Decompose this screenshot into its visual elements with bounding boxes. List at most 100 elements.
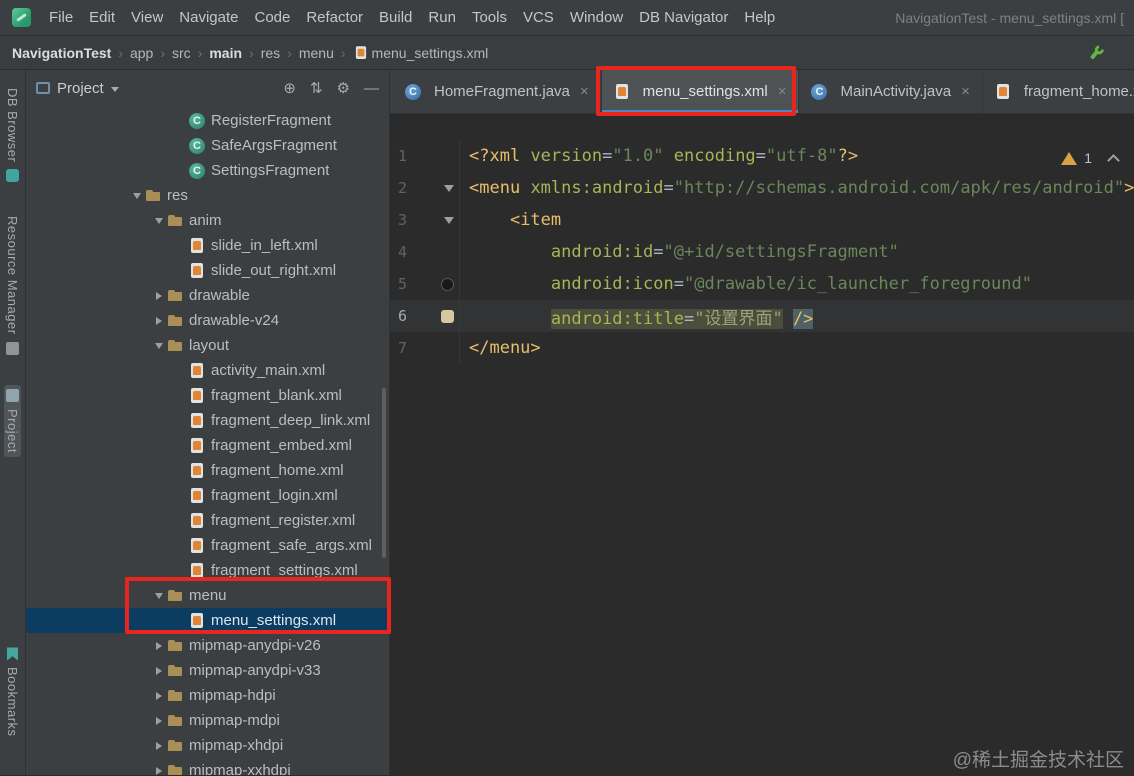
tree-scrollbar[interactable]	[382, 388, 386, 558]
code-line-3[interactable]: 3 <item	[390, 204, 1134, 236]
project-panel: Project ⊕ ⇅ ⚙ — C RegisterFragment C SafeArgsF…	[26, 70, 390, 775]
locate-icon[interactable]: ⊕	[283, 79, 296, 97]
tree-item-fragment-login-xml[interactable]: fragment_login.xml	[26, 483, 389, 508]
collapse-all-icon[interactable]: ⇅	[310, 79, 323, 97]
android-xml-file-icon	[189, 562, 205, 579]
tree-item-label: fragment_register.xml	[211, 512, 356, 529]
tree-item-anim[interactable]: anim	[26, 208, 389, 233]
tree-item-res[interactable]: res	[26, 183, 389, 208]
menubar-item-db-navigator[interactable]: DB Navigator	[631, 9, 736, 26]
fold-arrow-icon[interactable]	[444, 184, 454, 192]
tree-item-fragment-deep-link-xml[interactable]: fragment_deep_link.xml	[26, 408, 389, 433]
chevron-collapsed-icon[interactable]	[150, 691, 167, 700]
editor-tab-mainactivity-java[interactable]: C MainActivity.java ×	[799, 70, 983, 113]
fold-arrow-icon[interactable]	[444, 216, 454, 224]
tree-item-mipmap-xxhdpi[interactable]: mipmap-xxhdpi	[26, 758, 389, 775]
tree-item-fragment-register-xml[interactable]: fragment_register.xml	[26, 508, 389, 533]
tree-item-mipmap-xhdpi[interactable]: mipmap-xhdpi	[26, 733, 389, 758]
tree-item-slide-in-left-xml[interactable]: slide_in_left.xml	[26, 233, 389, 258]
menubar-item-vcs[interactable]: VCS	[515, 9, 562, 26]
tree-item-safeargsfragment[interactable]: C SafeArgsFragment	[26, 133, 389, 158]
breadcrumb-item-res[interactable]: res	[261, 45, 280, 61]
code-line-5[interactable]: 5 android:icon="@drawable/ic_launcher_fo…	[390, 268, 1134, 300]
breadcrumb-item-main[interactable]: main	[209, 45, 242, 61]
chevron-expanded-icon[interactable]	[150, 217, 167, 224]
tree-item-label: menu_settings.xml	[211, 612, 337, 629]
chevron-collapsed-icon[interactable]	[150, 716, 167, 725]
tree-item-registerfragment[interactable]: C RegisterFragment	[26, 108, 389, 133]
tree-item-menu-settings-xml[interactable]: menu_settings.xml	[26, 608, 389, 633]
chevron-collapsed-icon[interactable]	[150, 291, 167, 300]
tree-item-fragment-embed-xml[interactable]: fragment_embed.xml	[26, 433, 389, 458]
tool-button-project[interactable]: Project	[4, 384, 21, 457]
gutter	[416, 236, 460, 268]
editor-tab-menu-settings-xml[interactable]: menu_settings.xml ×	[601, 70, 800, 113]
tree-item-fragment-settings-xml[interactable]: fragment_settings.xml	[26, 558, 389, 583]
tree-item-mipmap-mdpi[interactable]: mipmap-mdpi	[26, 708, 389, 733]
android-xml-file-icon	[189, 462, 205, 479]
menubar-item-window[interactable]: Window	[562, 9, 631, 26]
chevron-up-icon[interactable]	[1107, 153, 1120, 167]
tree-item-menu[interactable]: menu	[26, 583, 389, 608]
tool-button-db-browser[interactable]: DB Browser	[4, 84, 21, 186]
breadcrumb-item-menu[interactable]: menu	[299, 45, 334, 61]
chevron-collapsed-icon[interactable]	[150, 741, 167, 750]
tree-item-mipmap-hdpi[interactable]: mipmap-hdpi	[26, 683, 389, 708]
tree-item-layout[interactable]: layout	[26, 333, 389, 358]
code-line-7[interactable]: 7 </menu>	[390, 332, 1134, 364]
chevron-expanded-icon[interactable]	[150, 342, 167, 349]
chevron-down-icon[interactable]	[110, 86, 119, 92]
resource-preview-icon[interactable]	[441, 309, 454, 323]
tree-item-fragment-blank-xml[interactable]: fragment_blank.xml	[26, 383, 389, 408]
code-line-2[interactable]: 2 <menu xmlns:android="http://schemas.and…	[390, 172, 1134, 204]
chevron-collapsed-icon[interactable]	[150, 766, 167, 775]
inspection-widget[interactable]: 1	[1061, 150, 1120, 167]
tab-close-icon[interactable]: ×	[580, 83, 589, 100]
tree-item-mipmap-anydpi-v33[interactable]: mipmap-anydpi-v33	[26, 658, 389, 683]
menubar-item-tools[interactable]: Tools	[464, 9, 515, 26]
editor-tab-homefragment-java[interactable]: C HomeFragment.java ×	[393, 70, 602, 113]
project-panel-title[interactable]: Project	[57, 80, 104, 97]
tool-button-bookmarks[interactable]: Bookmarks	[4, 643, 21, 741]
tree-item-mipmap-anydpi-v26[interactable]: mipmap-anydpi-v26	[26, 633, 389, 658]
chevron-collapsed-icon[interactable]	[150, 641, 167, 650]
tree-item-label: anim	[189, 212, 222, 229]
breadcrumb-item-menu-settings-xml[interactable]: menu_settings.xml	[353, 45, 488, 61]
code-line-4[interactable]: 4 android:id="@+id/settingsFragment"	[390, 236, 1134, 268]
tab-close-icon[interactable]: ×	[778, 83, 787, 100]
chevron-collapsed-icon[interactable]	[150, 666, 167, 675]
code-line-6[interactable]: 6 android:title="设置界面" />	[390, 300, 1134, 332]
menubar-item-view[interactable]: View	[123, 9, 171, 26]
tree-item-slide-out-right-xml[interactable]: slide_out_right.xml	[26, 258, 389, 283]
menubar-item-build[interactable]: Build	[371, 9, 420, 26]
breadcrumb-item-src[interactable]: src	[172, 45, 191, 61]
tree-item-settingsfragment[interactable]: C SettingsFragment	[26, 158, 389, 183]
menubar-item-help[interactable]: Help	[736, 9, 783, 26]
settings-gear-icon[interactable]: ⚙	[337, 79, 350, 97]
tree-item-label: mipmap-anydpi-v26	[189, 637, 321, 654]
folder-icon	[167, 738, 183, 754]
menubar-item-refactor[interactable]: Refactor	[298, 9, 371, 26]
tree-item-fragment-safe-args-xml[interactable]: fragment_safe_args.xml	[26, 533, 389, 558]
chevron-expanded-icon[interactable]	[128, 192, 145, 199]
menubar-item-navigate[interactable]: Navigate	[171, 9, 246, 26]
menubar-item-file[interactable]: File	[41, 9, 81, 26]
menubar-item-code[interactable]: Code	[246, 9, 298, 26]
code-line-1[interactable]: 1 <?xml version="1.0" encoding="utf-8"?>	[390, 140, 1134, 172]
tree-item-drawable-v24[interactable]: drawable-v24	[26, 308, 389, 333]
tool-button-resource-manager[interactable]: Resource Manager	[4, 212, 21, 359]
drawable-preview-icon[interactable]	[441, 277, 454, 291]
tree-item-fragment-home-xml[interactable]: fragment_home.xml	[26, 458, 389, 483]
build-wrench-icon[interactable]	[1084, 40, 1108, 64]
breadcrumb-item-navigationtest[interactable]: NavigationTest	[12, 45, 111, 61]
chevron-expanded-icon[interactable]	[150, 592, 167, 599]
breadcrumb-item-app[interactable]: app	[130, 45, 153, 61]
menubar-item-edit[interactable]: Edit	[81, 9, 123, 26]
chevron-collapsed-icon[interactable]	[150, 316, 167, 325]
editor-tab-fragment-home-xml[interactable]: fragment_home.xml	[983, 70, 1134, 113]
tree-item-drawable[interactable]: drawable	[26, 283, 389, 308]
tab-close-icon[interactable]: ×	[961, 83, 970, 100]
tree-item-activity-main-xml[interactable]: activity_main.xml	[26, 358, 389, 383]
hide-panel-icon[interactable]: —	[364, 80, 379, 97]
menubar-item-run[interactable]: Run	[420, 9, 464, 26]
